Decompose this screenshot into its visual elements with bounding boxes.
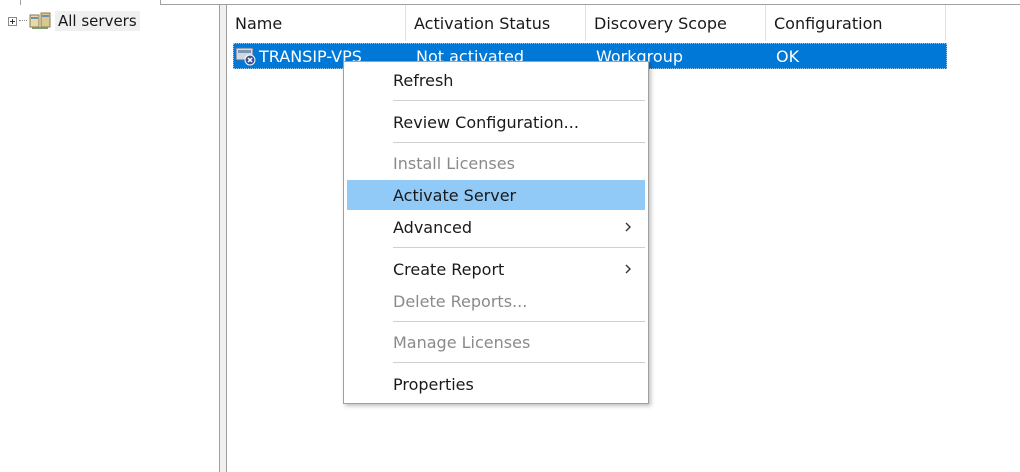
menu-item-activate-server[interactable]: Activate Server — [347, 180, 645, 210]
menu-item-delete-reports: Delete Reports... — [393, 291, 528, 311]
tree-item-all-servers[interactable]: All servers — [8, 9, 140, 33]
menu-item-review-configuration[interactable]: Review Configuration... — [347, 107, 645, 137]
tree-pane: All servers — [0, 5, 219, 472]
menu-separator — [393, 142, 645, 143]
column-header-discovery-scope[interactable]: Discovery Scope — [586, 5, 766, 41]
menu-separator — [393, 100, 645, 101]
context-menu: Refresh Review Configuration... Install … — [343, 61, 649, 404]
menu-item-advanced[interactable]: Advanced — [347, 212, 645, 242]
column-header-name[interactable]: Name — [227, 5, 406, 41]
column-header-activation-status[interactable]: Activation Status — [406, 5, 586, 41]
server-group-icon — [29, 12, 51, 29]
menu-separator — [393, 362, 645, 363]
license-manager-window: All servers Name Activation Status Disco… — [0, 0, 1020, 472]
server-not-activated-icon — [235, 47, 256, 66]
menu-item-refresh[interactable]: Refresh — [347, 65, 645, 95]
menu-separator — [393, 321, 645, 322]
column-header-configuration[interactable]: Configuration — [766, 5, 946, 41]
menu-separator — [393, 247, 645, 248]
expand-icon[interactable] — [8, 16, 17, 26]
menu-item-install-licenses: Install Licenses — [393, 153, 515, 173]
pane-splitter[interactable] — [219, 5, 227, 472]
tree-item-label: All servers — [55, 11, 140, 31]
chevron-right-icon — [625, 222, 631, 232]
chevron-right-icon — [625, 264, 631, 274]
cell-configuration: OK — [776, 46, 800, 66]
menu-item-properties[interactable]: Properties — [347, 369, 645, 399]
menu-item-create-report[interactable]: Create Report — [347, 254, 645, 284]
menu-item-manage-licenses: Manage Licenses — [393, 332, 531, 352]
